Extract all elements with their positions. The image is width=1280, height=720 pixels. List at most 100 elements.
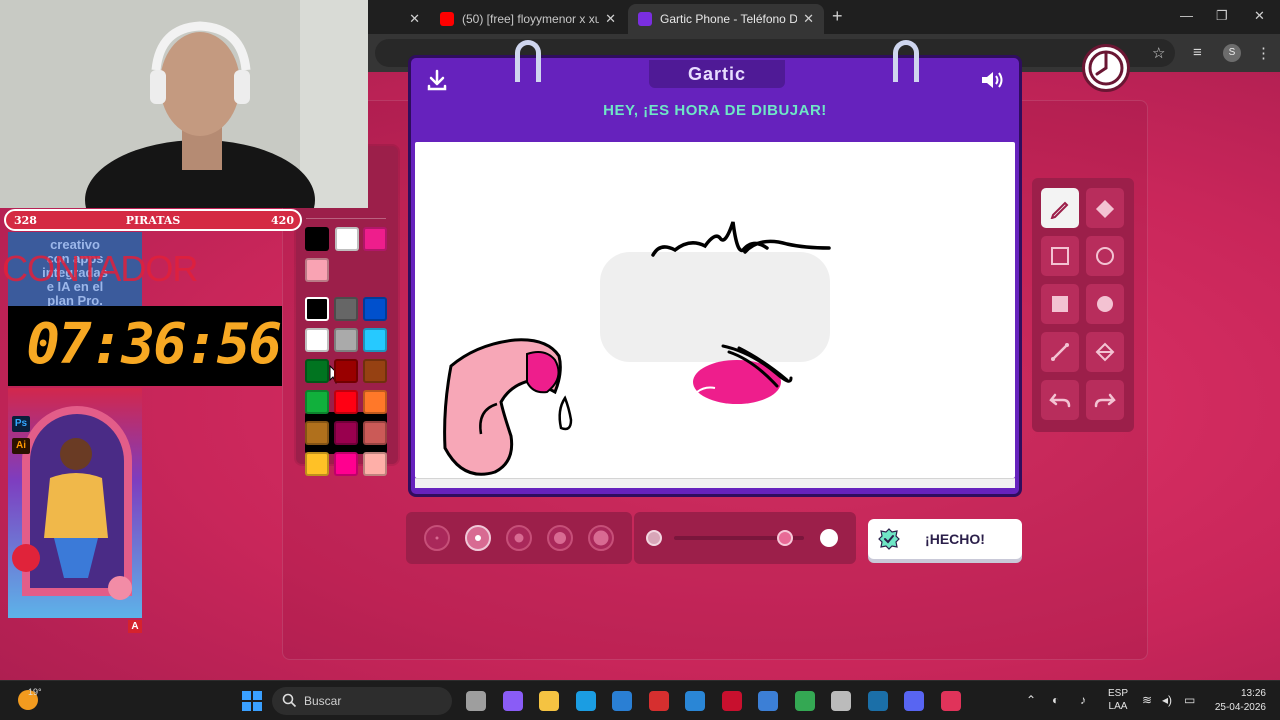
tab-youtube[interactable]: (50) [free] floyymenor x xukyyla ✕ — [430, 4, 626, 34]
color-swatch[interactable] — [334, 421, 358, 445]
line-icon — [1051, 343, 1069, 361]
chrome-taskbar-icon[interactable] — [794, 691, 815, 711]
color-swatch[interactable] — [305, 452, 329, 476]
brush-size-button[interactable] — [465, 525, 491, 551]
recent-color-swatch[interactable] — [335, 227, 359, 251]
circle-filled-tool-button[interactable] — [1086, 284, 1124, 324]
battery-icon[interactable]: ▭ — [1184, 693, 1195, 707]
tab-close-icon[interactable]: ✕ — [409, 11, 420, 27]
round-timer — [1082, 44, 1130, 92]
brush-size-button[interactable] — [588, 525, 614, 551]
color-swatch[interactable] — [363, 297, 387, 321]
minimize-button[interactable]: — — [1180, 8, 1193, 23]
palette-divider — [306, 218, 386, 219]
tray-chevron-icon[interactable]: ⌃ — [1026, 693, 1036, 707]
search-placeholder: Buscar — [304, 694, 342, 708]
overlay-badge: A — [128, 620, 142, 633]
menu-dots-icon[interactable]: ⋮ — [1256, 44, 1271, 62]
clock-taskbar-icon[interactable] — [831, 691, 851, 711]
mail-taskbar-icon[interactable] — [758, 691, 778, 711]
search-icon — [282, 693, 297, 708]
sound-icon[interactable] — [979, 68, 1005, 92]
pencil-tool-button[interactable] — [1041, 188, 1079, 228]
circle-outline-tool-button[interactable] — [1086, 236, 1124, 276]
rectangle-outline-icon — [1051, 247, 1069, 265]
language-indicator[interactable]: ESP LAA — [1108, 687, 1128, 713]
media-control-icon[interactable]: ≡ — [1193, 44, 1202, 61]
recent-color-swatch[interactable] — [305, 227, 329, 251]
download-icon[interactable] — [425, 68, 449, 92]
taskbar-time: 13:26 — [1240, 688, 1266, 699]
color-swatch[interactable] — [363, 359, 387, 383]
close-window-button[interactable]: ✕ — [1254, 8, 1265, 24]
score-banner: 328 PIRATAS 420 — [4, 209, 302, 231]
eraser-tool-button[interactable] — [1086, 188, 1124, 228]
clock-date[interactable]: 13:26 25-04-2026 — [1208, 687, 1266, 715]
tab-close-icon[interactable]: ✕ — [605, 11, 616, 27]
discord-taskbar-icon[interactable] — [904, 691, 924, 711]
streamer-image — [0, 0, 368, 208]
color-swatch[interactable] — [363, 421, 387, 445]
wifi-icon[interactable]: ≋ — [1142, 693, 1152, 707]
profile-avatar[interactable]: S — [1223, 44, 1241, 62]
color-swatch[interactable] — [363, 390, 387, 414]
store-taskbar-icon[interactable] — [612, 691, 632, 711]
mcafee-taskbar-icon[interactable] — [721, 691, 742, 711]
round-headline: HEY, ¡ES HORA DE DIBUJAR! — [603, 102, 827, 119]
color-swatch[interactable] — [334, 390, 358, 414]
redo-tool-button[interactable] — [1086, 380, 1124, 420]
app-a-taskbar-icon[interactable] — [685, 691, 705, 711]
pencil-icon — [1050, 201, 1069, 219]
color-swatch[interactable] — [305, 359, 329, 383]
recent-color-swatch[interactable] — [363, 227, 387, 251]
color-swatch[interactable] — [305, 390, 329, 414]
brush-size-button[interactable] — [547, 525, 573, 551]
color-swatch[interactable] — [334, 452, 358, 476]
steam-taskbar-icon[interactable] — [867, 691, 888, 711]
fill-bucket-icon — [1095, 342, 1115, 362]
check-icon — [878, 528, 900, 550]
color-swatch[interactable] — [334, 297, 358, 321]
color-swatch[interactable] — [305, 328, 329, 352]
fill-bucket-tool-button[interactable] — [1086, 332, 1124, 372]
color-swatch[interactable] — [305, 421, 329, 445]
task-view-taskbar-icon[interactable] — [466, 691, 486, 711]
taskbar-date: 25-04-2026 — [1214, 702, 1266, 713]
tab-close-icon[interactable]: ✕ — [803, 11, 814, 27]
undo-tool-button[interactable] — [1041, 380, 1079, 420]
microphone-icon[interactable]: ♪ — [1080, 693, 1086, 707]
brush-size-dot — [435, 536, 439, 540]
recent-color-swatch[interactable] — [305, 258, 329, 282]
app-red-taskbar-icon[interactable] — [940, 691, 961, 711]
copilot-taskbar-icon[interactable] — [502, 691, 523, 711]
new-tab-button[interactable]: + — [832, 6, 843, 27]
color-swatch[interactable] — [334, 328, 358, 352]
maximize-button[interactable]: ❐ — [1216, 8, 1228, 24]
color-swatch[interactable] — [334, 359, 358, 383]
rectangle-outline-tool-button[interactable] — [1041, 236, 1079, 276]
app-l-taskbar-icon[interactable] — [648, 691, 669, 711]
color-swatch[interactable] — [363, 452, 387, 476]
tab-title: (50) [free] floyymenor x xukyyla — [462, 12, 600, 26]
edge-taskbar-icon[interactable] — [575, 691, 596, 711]
start-button[interactable] — [242, 691, 262, 711]
taskbar-search[interactable]: Buscar — [272, 687, 452, 715]
brush-size-button[interactable] — [424, 525, 450, 551]
tab-title: Gartic Phone - Teléfono Descon — [660, 12, 798, 26]
tray-app-icon[interactable]: ◐ — [1052, 693, 1059, 707]
done-button[interactable]: ¡HECHO! — [868, 519, 1022, 559]
color-swatch[interactable] — [305, 297, 329, 321]
file-explorer-taskbar-icon[interactable] — [539, 691, 559, 711]
drawing-canvas[interactable] — [415, 142, 1015, 478]
brush-size-button[interactable] — [506, 525, 532, 551]
tab-blank[interactable]: ✕ — [368, 4, 430, 34]
eraser-icon — [1095, 199, 1115, 219]
clock-digits: 07:36:56 — [26, 312, 282, 377]
volume-icon[interactable]: ◂) — [1162, 693, 1172, 707]
bookmark-star-icon[interactable]: ☆ — [1152, 44, 1165, 62]
color-swatch[interactable] — [363, 328, 387, 352]
line-tool-button[interactable] — [1041, 332, 1079, 372]
opacity-slider-handle[interactable] — [776, 530, 793, 546]
rectangle-filled-tool-button[interactable] — [1041, 284, 1079, 324]
tab-gartic[interactable]: Gartic Phone - Teléfono Descon ✕ — [628, 4, 824, 34]
